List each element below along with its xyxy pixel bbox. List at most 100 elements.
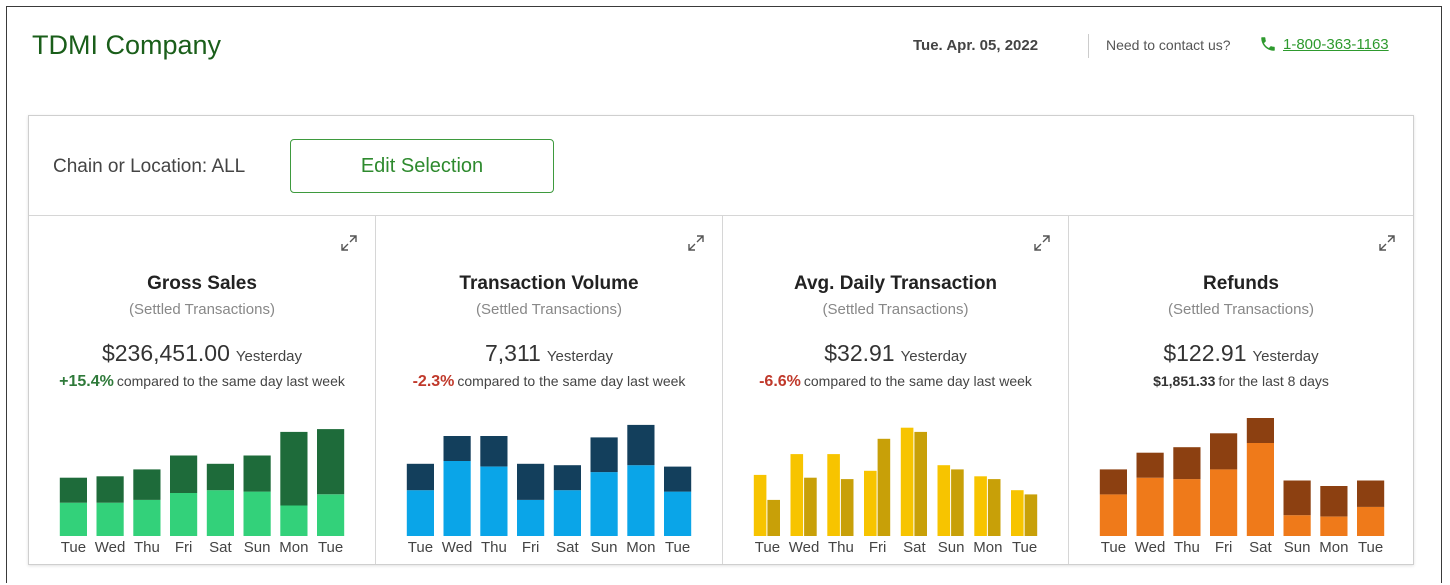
refunds-chart: Tue Wed Thu Fri Sat Sun Mon Tue: [1069, 416, 1413, 556]
company-name: TDMI Company: [32, 30, 222, 60]
chart-bar-segment[interactable]: [1320, 486, 1348, 517]
chart-bar-segment[interactable]: [206, 490, 234, 536]
edit-selection-button[interactable]: Edit Selection: [290, 139, 554, 193]
chart-bar[interactable]: [951, 469, 964, 536]
compare-text: for the last 8 days: [1218, 373, 1329, 389]
chart-bar-segment[interactable]: [443, 461, 471, 536]
bar-chart-svg: Tue Wed Thu Fri Sat Sun Mon Tue: [406, 424, 692, 556]
card-title: Avg. Daily Transaction: [793, 273, 998, 294]
x-tick-label: Fri: [522, 539, 540, 556]
chart-bar[interactable]: [937, 465, 951, 536]
expand-icon[interactable]: [339, 233, 359, 253]
chart-bar[interactable]: [840, 479, 854, 536]
chart-bar-segment[interactable]: [480, 436, 508, 467]
chart-bar-segment[interactable]: [1246, 418, 1274, 443]
chart-bar-segment[interactable]: [406, 490, 434, 536]
phone-icon[interactable]: [1259, 35, 1277, 53]
chart-bar[interactable]: [753, 474, 767, 536]
chart-bar-segment[interactable]: [480, 466, 508, 536]
card-title: Gross Sales: [147, 273, 257, 294]
chart-bar-segment[interactable]: [243, 491, 271, 536]
phone-link[interactable]: 1-800-363-1163: [1283, 36, 1389, 53]
chart-bar-segment[interactable]: [1283, 515, 1311, 536]
avg-daily-transaction-chart: Tue Wed Thu Fri Sat Sun Mon Tue: [723, 416, 1068, 556]
chart-bar-segment[interactable]: [96, 476, 124, 503]
bar-chart-svg: Tue Wed Thu Fri Sat Sun Mon Tue: [753, 427, 1038, 556]
chart-bar-segment[interactable]: [553, 490, 581, 536]
chart-bar[interactable]: [804, 477, 817, 536]
chart-bar-segment[interactable]: [590, 437, 618, 473]
chart-bar[interactable]: [914, 431, 927, 536]
chart-bar-segment[interactable]: [1210, 433, 1238, 470]
chart-bar-segment[interactable]: [1246, 443, 1274, 536]
chart-bar[interactable]: [1011, 490, 1024, 536]
x-tick-label: Thu: [1174, 539, 1200, 556]
chart-bar-segment[interactable]: [664, 466, 692, 492]
x-tick-label: Tue: [665, 539, 690, 556]
chart-bar-segment[interactable]: [1357, 506, 1385, 536]
chart-bar[interactable]: [900, 427, 914, 536]
x-tick-label: Tue: [1101, 539, 1126, 556]
card-value-line: $122.91 Yesterday: [1069, 340, 1413, 367]
x-tick-label: Tue: [755, 539, 780, 556]
chart-bar-segment[interactable]: [627, 465, 655, 536]
chart-bar[interactable]: [877, 438, 891, 536]
chart-bar-segment[interactable]: [59, 502, 87, 536]
chart-bar-segment[interactable]: [170, 455, 198, 494]
contact-label: Need to contact us?: [1106, 37, 1231, 53]
expand-icon[interactable]: [1032, 233, 1052, 253]
chart-bar-segment[interactable]: [317, 494, 345, 536]
chart-bar[interactable]: [864, 470, 877, 536]
chart-bar-segment[interactable]: [1173, 479, 1201, 536]
card-compare: -6.6% compared to the same day last week: [723, 373, 1068, 391]
card-value-suffix: Yesterday: [900, 348, 967, 365]
chart-bar-segment[interactable]: [133, 499, 161, 536]
chart-bar-segment[interactable]: [664, 491, 692, 536]
chart-bar-segment[interactable]: [133, 469, 161, 500]
chart-bar-segment[interactable]: [406, 463, 434, 491]
chart-bar-segment[interactable]: [1136, 477, 1164, 536]
expand-icon[interactable]: [686, 233, 706, 253]
chart-bar-segment[interactable]: [1320, 516, 1348, 536]
chart-bar[interactable]: [1024, 494, 1038, 536]
x-tick-label: Fri: [175, 539, 193, 556]
chart-bar-segment[interactable]: [517, 463, 545, 500]
x-tick-label: Tue: [318, 539, 343, 556]
chart-bar[interactable]: [974, 476, 987, 536]
chart-bar-segment[interactable]: [280, 505, 308, 537]
chart-bar-segment[interactable]: [1136, 452, 1164, 478]
chart-bar-segment[interactable]: [553, 465, 581, 491]
bar-chart-svg: Tue Wed Thu Fri Sat Sun Mon Tue: [1099, 418, 1385, 556]
chart-bar[interactable]: [767, 499, 780, 536]
x-tick-label: Sun: [591, 539, 618, 556]
chart-bar-segment[interactable]: [1357, 480, 1385, 507]
x-tick-label: Fri: [869, 539, 887, 556]
chart-bar-segment[interactable]: [1099, 494, 1127, 536]
chart-bar-segment[interactable]: [243, 455, 271, 492]
compare-text: compared to the same day last week: [803, 373, 1032, 389]
chart-bar-segment[interactable]: [280, 431, 308, 506]
expand-icon[interactable]: [1377, 233, 1397, 253]
chart-bar-segment[interactable]: [1283, 480, 1311, 516]
chart-bar-segment[interactable]: [170, 493, 198, 536]
chart-bar-segment[interactable]: [627, 424, 655, 466]
x-tick-label: Mon: [626, 539, 655, 556]
chart-bar-segment[interactable]: [317, 429, 345, 495]
chart-bar-segment[interactable]: [96, 502, 124, 536]
chart-bar-segment[interactable]: [59, 477, 87, 503]
chart-bar[interactable]: [827, 454, 840, 536]
chart-bar-segment[interactable]: [443, 436, 471, 461]
chart-bar-segment[interactable]: [1099, 469, 1127, 495]
chart-bar-segment[interactable]: [1173, 447, 1201, 480]
chart-bar[interactable]: [790, 454, 804, 536]
chart-bar[interactable]: [987, 479, 1001, 536]
card-compare: -2.3% compared to the same day last week: [376, 373, 722, 391]
chart-bar-segment[interactable]: [206, 463, 234, 491]
chart-bar-segment[interactable]: [1210, 469, 1238, 536]
chart-bar-segment[interactable]: [590, 472, 618, 536]
x-tick-label: Sat: [903, 539, 926, 556]
chart-bar-segment[interactable]: [517, 499, 545, 536]
card-value-line: $32.91 Yesterday: [723, 340, 1068, 367]
x-tick-label: Wed: [1135, 539, 1166, 556]
x-tick-label: Tue: [1358, 539, 1383, 556]
